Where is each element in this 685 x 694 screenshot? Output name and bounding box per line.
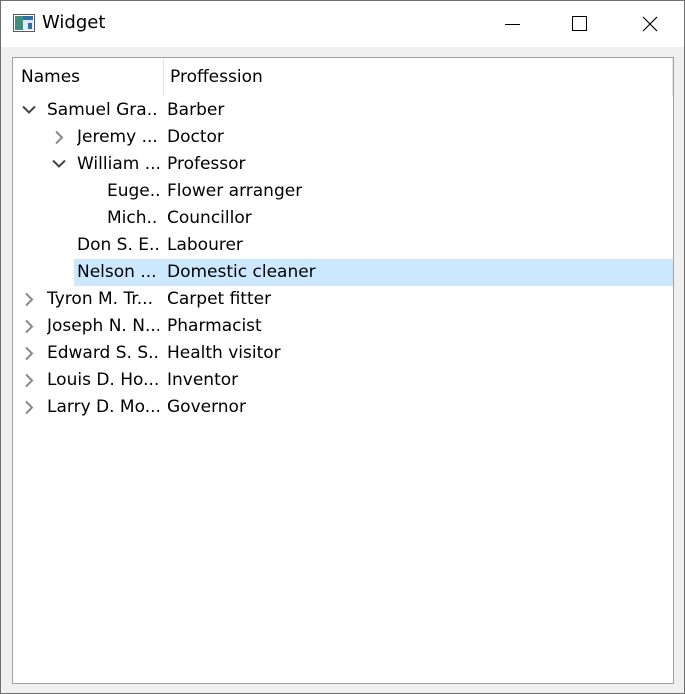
row-profession: Flower arranger <box>167 181 303 201</box>
maximize-button[interactable] <box>557 1 603 47</box>
row-name: Louis D. Ho... <box>47 370 159 390</box>
minimize-button[interactable] <box>489 1 535 47</box>
column-divider <box>672 58 673 96</box>
tree-row[interactable]: Don S. E... Labourer <box>13 232 673 259</box>
row-profession: Doctor <box>167 127 224 147</box>
row-profession: Carpet fitter <box>167 289 272 309</box>
chevron-down-icon[interactable] <box>51 151 67 178</box>
tree-row[interactable]: Jeremy ... Doctor <box>13 124 673 151</box>
close-icon <box>642 16 658 32</box>
tree-row[interactable]: Samuel Gra... Barber <box>13 97 673 124</box>
row-profession: Labourer <box>167 235 243 255</box>
maximize-icon <box>572 16 587 31</box>
tree-row[interactable]: Nelson ... Domestic cleaner <box>13 259 673 286</box>
close-button[interactable] <box>626 1 672 47</box>
chevron-right-icon[interactable] <box>21 394 37 421</box>
tree-row[interactable]: Larry D. Mo... Governor <box>13 394 673 421</box>
row-name: Mich... <box>107 208 159 228</box>
title-bar[interactable]: Widget <box>1 1 684 47</box>
row-name: Don S. E... <box>77 235 159 255</box>
column-header-profession[interactable]: Proffession <box>170 58 570 96</box>
row-profession: Barber <box>167 100 225 120</box>
row-name: William ... <box>77 154 159 174</box>
chevron-right-icon[interactable] <box>21 286 37 313</box>
chevron-right-icon[interactable] <box>51 124 67 151</box>
row-name: Euge... <box>107 181 159 201</box>
tree-view[interactable]: Names Proffession Samuel Gra... Barber Jer… <box>12 57 674 684</box>
tree-row[interactable]: Euge... Flower arranger <box>13 178 673 205</box>
row-name: Edward S. S... <box>47 343 159 363</box>
row-name: Nelson ... <box>77 262 157 282</box>
row-profession: Health visitor <box>167 343 281 363</box>
row-name: Tyron M. Tr... <box>47 289 153 309</box>
client-area: Names Proffession Samuel Gra... Barber Jer… <box>1 47 684 693</box>
tree-row[interactable]: Mich... Councillor <box>13 205 673 232</box>
column-divider[interactable] <box>163 58 164 96</box>
selection-highlight <box>74 259 673 286</box>
minimize-icon <box>505 24 520 25</box>
app-icon <box>13 14 35 32</box>
row-profession: Inventor <box>167 370 239 390</box>
chevron-right-icon[interactable] <box>21 313 37 340</box>
row-profession: Councillor <box>167 208 252 228</box>
row-name: Joseph N. N... <box>47 316 159 336</box>
tree-row[interactable]: Edward S. S... Health visitor <box>13 340 673 367</box>
tree-header: Names Proffession <box>13 58 673 96</box>
window-title: Widget <box>42 12 106 33</box>
chevron-down-icon[interactable] <box>21 97 37 124</box>
chevron-right-icon[interactable] <box>21 340 37 367</box>
row-name: Jeremy ... <box>77 127 158 147</box>
row-name: Larry D. Mo... <box>47 397 159 417</box>
row-profession: Professor <box>167 154 246 174</box>
window: Widget Names Proffession Samuel Gra... B… <box>0 0 685 694</box>
row-profession: Governor <box>167 397 246 417</box>
column-header-names[interactable]: Names <box>21 58 163 96</box>
chevron-right-icon[interactable] <box>21 367 37 394</box>
row-profession: Pharmacist <box>167 316 262 336</box>
tree-row[interactable]: William ... Professor <box>13 151 673 178</box>
row-name: Samuel Gra... <box>47 100 159 120</box>
row-profession: Domestic cleaner <box>167 262 316 282</box>
tree-row[interactable]: Joseph N. N... Pharmacist <box>13 313 673 340</box>
tree-row[interactable]: Tyron M. Tr... Carpet fitter <box>13 286 673 313</box>
tree-row[interactable]: Louis D. Ho... Inventor <box>13 367 673 394</box>
